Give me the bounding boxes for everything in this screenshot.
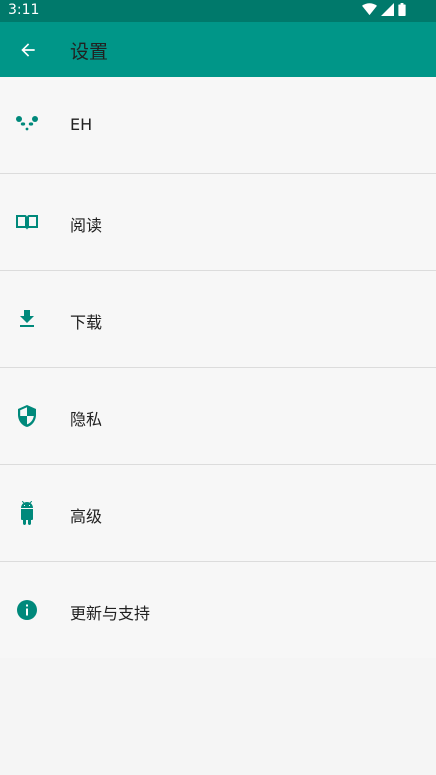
wifi-icon [362,3,377,16]
settings-item-download[interactable]: 下载 [0,271,436,368]
settings-item-update-support[interactable]: 更新与支持 [0,562,436,658]
settings-item-reading[interactable]: 阅读 [0,174,436,271]
settings-item-privacy[interactable]: 隐私 [0,368,436,465]
status-bar: 3:11 [0,0,436,22]
signal-icon [381,3,394,16]
info-icon [15,598,39,622]
toolbar: 设置 [0,22,436,77]
book-icon [15,210,39,234]
settings-item-advanced[interactable]: 高级 [0,465,436,562]
back-button[interactable] [14,36,42,64]
settings-item-label: 阅读 [70,216,103,235]
panda-icon [15,113,39,137]
settings-list: EH 阅读 下载 隐私 高级 更新与支持 [0,77,436,658]
status-time: 3:11 [8,2,40,18]
settings-item-label: 更新与支持 [70,604,151,623]
settings-item-label: 下载 [70,313,103,332]
settings-item-eh[interactable]: EH [0,77,436,174]
settings-item-label: 隐私 [70,410,103,429]
settings-item-label: 高级 [70,507,103,526]
page-title: 设置 [70,41,109,63]
shield-icon [15,404,39,428]
battery-icon [398,3,406,16]
settings-item-label: EH [70,115,93,134]
system-icons [362,3,406,16]
arrow-back-icon [21,43,35,57]
android-icon [15,501,39,525]
download-icon [15,307,39,331]
